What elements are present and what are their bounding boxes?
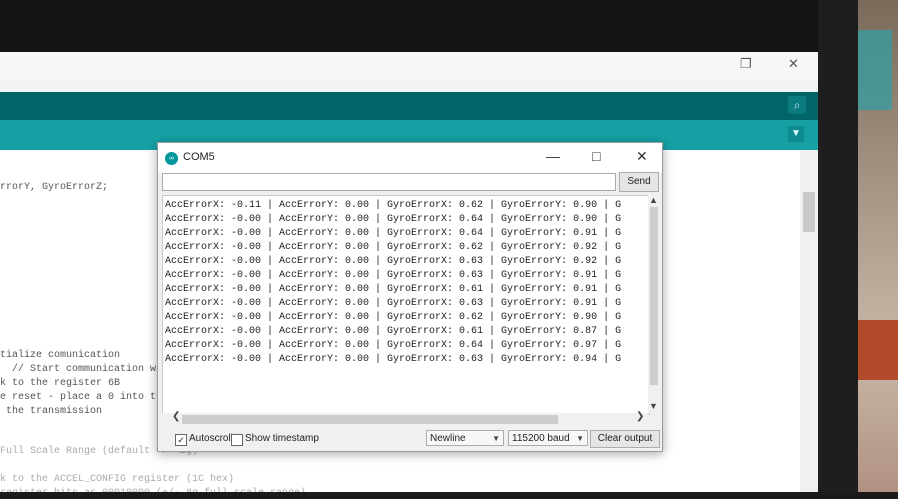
vertical-scrollbar-thumb[interactable] [650,207,658,385]
scroll-right-icon[interactable]: ❯ [636,411,644,422]
minimize-icon[interactable]: — [546,148,560,164]
background-object [852,30,892,110]
chevron-down-icon: ▼ [492,434,500,443]
output-line: AccErrorX: -0.00 | AccErrorY: 0.00 | Gyr… [165,312,622,323]
scroll-down-icon[interactable]: ▼ [649,401,658,411]
output-line: AccErrorX: -0.00 | AccErrorY: 0.00 | Gyr… [165,242,622,253]
restore-icon[interactable]: ❐ [740,56,752,72]
code-line: k to the ACCEL_CONFIG register (1C hex) [0,474,235,485]
output-line: AccErrorX: -0.00 | AccErrorY: 0.00 | Gyr… [165,228,622,239]
output-line: AccErrorX: -0.00 | AccErrorY: 0.00 | Gyr… [165,298,622,309]
scroll-up-icon[interactable]: ▲ [649,195,658,205]
line-ending-value: Newline [430,433,466,444]
code-line: // Start communication wit [0,364,169,375]
code-line: e reset - place a 0 into the [0,392,169,403]
maximize-icon[interactable]: □ [592,148,600,164]
line-ending-select[interactable]: Newline ▼ [426,430,504,446]
clear-output-button[interactable]: Clear output [590,430,660,448]
serial-monitor-icon[interactable]: ⌕ [788,96,806,114]
output-line: AccErrorX: -0.11 | AccErrorY: 0.00 | Gyr… [165,200,622,211]
window-title: COM5 [183,151,215,163]
output-line: AccErrorX: -0.00 | AccErrorY: 0.00 | Gyr… [165,256,622,267]
monitor-bezel-right [818,0,858,499]
code-line: k to the register 6B [0,378,121,389]
autoscroll-label: Autoscroll [189,433,233,444]
send-input[interactable] [162,173,616,191]
monitor-bezel-bottom [0,492,898,499]
tab-menu-icon[interactable]: ▼ [788,126,804,142]
baud-rate-value: 115200 baud [512,433,570,444]
ide-titlebar: ❐ ✕ [0,52,818,80]
close-icon[interactable]: ✕ [788,56,799,72]
editor-scrollbar-thumb[interactable] [803,192,815,232]
output-line: AccErrorX: -0.00 | AccErrorY: 0.00 | Gyr… [165,326,622,337]
serial-monitor-window: ∞ COM5 — □ ✕ Send AccErrorX: -0.11 | Acc… [157,142,663,452]
horizontal-scrollbar-thumb[interactable] [182,415,558,424]
output-line: AccErrorX: -0.00 | AccErrorY: 0.00 | Gyr… [165,214,622,225]
chevron-down-icon: ▼ [576,434,584,443]
code-line: rrorY, GyroErrorZ; [0,182,109,193]
autoscroll-checkbox[interactable]: ✓ [175,434,187,446]
output-line: AccErrorX: -0.00 | AccErrorY: 0.00 | Gyr… [165,340,622,351]
close-icon[interactable]: ✕ [636,148,648,165]
output-line: AccErrorX: -0.00 | AccErrorY: 0.00 | Gyr… [165,284,622,295]
serial-titlebar: ∞ COM5 — □ ✕ [158,143,662,173]
send-button[interactable]: Send [619,172,659,192]
monitor-bezel-top [0,0,898,60]
ide-toolbar [0,92,818,120]
show-timestamp-label: Show timestamp [245,433,319,444]
baud-rate-select[interactable]: 115200 baud ▼ [508,430,588,446]
output-line: AccErrorX: -0.00 | AccErrorY: 0.00 | Gyr… [165,270,622,281]
show-timestamp-checkbox[interactable] [231,434,243,446]
serial-output[interactable]: AccErrorX: -0.11 | AccErrorY: 0.00 | Gyr… [162,195,650,415]
scroll-left-icon[interactable]: ❮ [172,411,180,422]
code-line: the transmission [0,406,103,417]
output-line: AccErrorX: -0.00 | AccErrorY: 0.00 | Gyr… [165,354,622,365]
code-line: tialize comunication [0,350,121,361]
arduino-logo-icon: ∞ [165,152,178,165]
